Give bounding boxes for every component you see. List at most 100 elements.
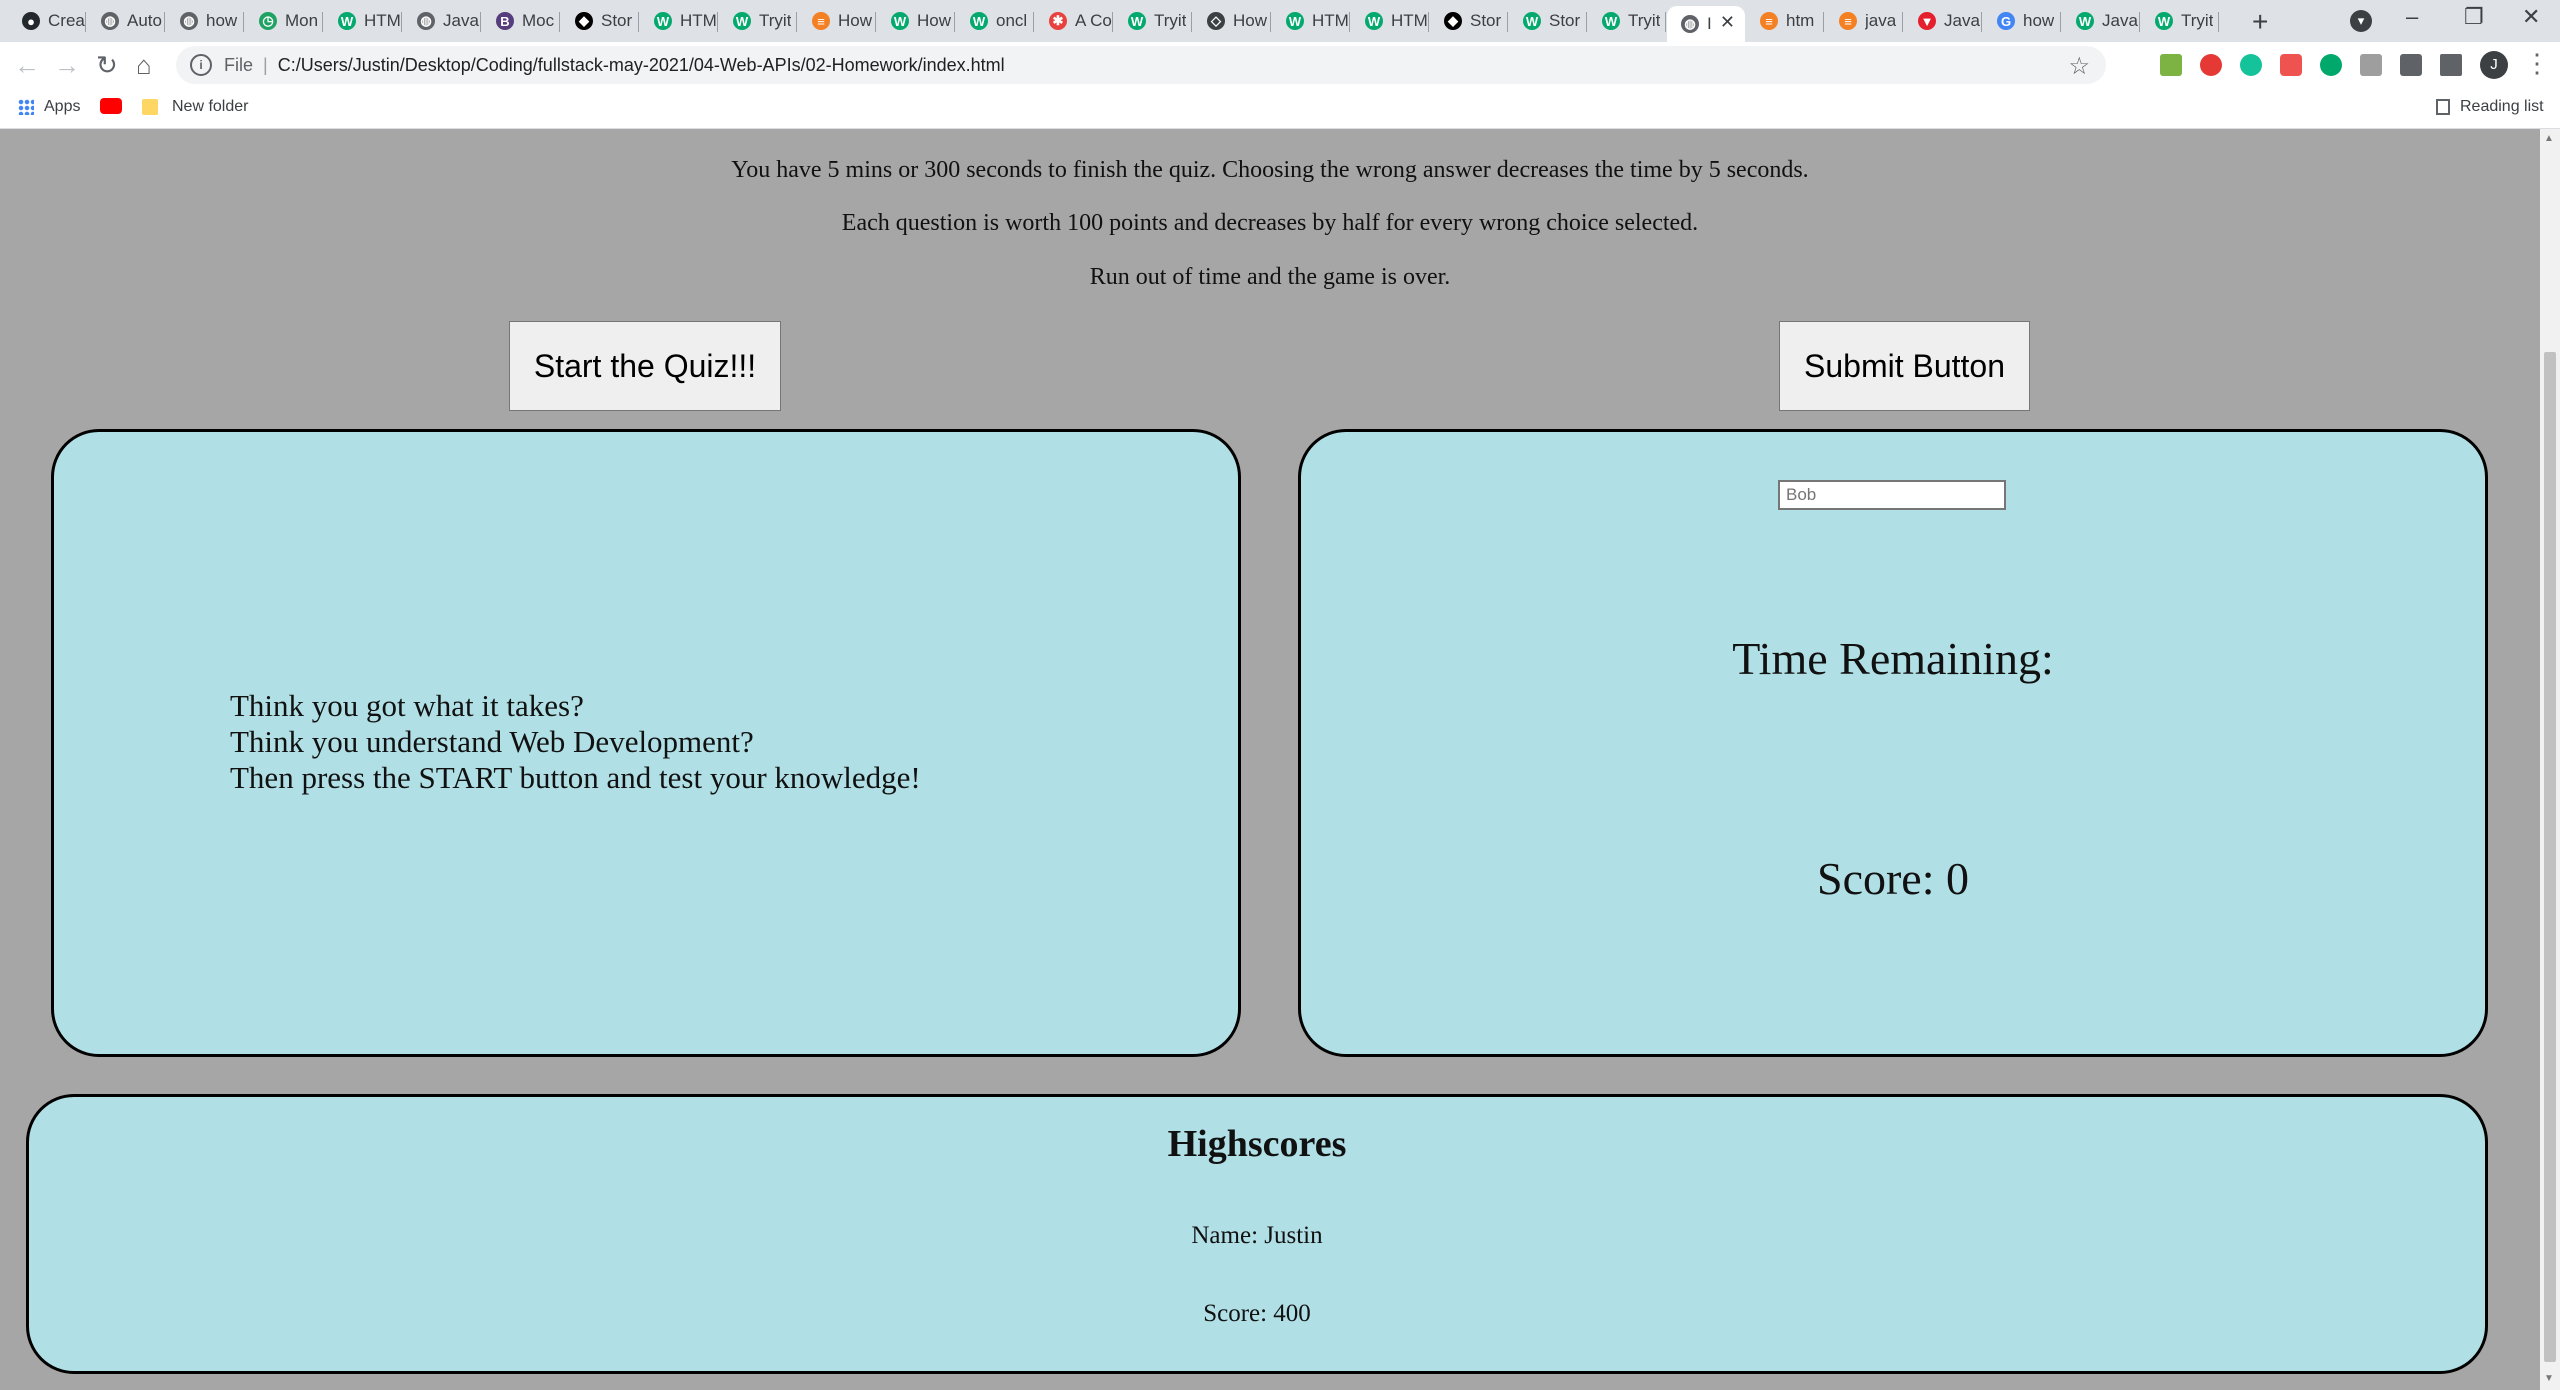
page-scrollbar[interactable]: ▲ ▼ — [2540, 129, 2560, 1390]
folder-icon — [142, 99, 158, 115]
browser-tab[interactable]: W HTM — [324, 6, 402, 36]
bookmark-label: Apps — [44, 98, 81, 115]
codepen-icon: ◆ — [1444, 12, 1462, 30]
w3schools-icon: W — [2155, 12, 2173, 30]
globe-icon: ◍ — [101, 12, 119, 30]
tab-separator — [2060, 12, 2061, 32]
browser-tab[interactable]: W HTM — [640, 6, 718, 36]
extension-icon[interactable] — [2360, 54, 2382, 76]
vue-icon: ▼ — [1918, 12, 1936, 30]
browser-toolbar: ← → ↻ ⌂ i File | C:/Users/Justin/Desktop… — [0, 42, 2560, 88]
tab-label: Stor — [1549, 11, 1581, 30]
back-icon[interactable]: ← — [14, 50, 40, 81]
bookmark-new-folder[interactable]: New folder — [142, 98, 248, 116]
browser-tab[interactable]: Ghow — [1983, 6, 2061, 36]
name-input[interactable] — [1778, 480, 2006, 510]
reload-icon[interactable]: ↻ — [96, 50, 118, 81]
browser-tab[interactable]: B Moc — [482, 6, 560, 36]
browser-tab[interactable]: W HTM — [1272, 6, 1350, 36]
browser-tab[interactable]: ◆ Stor — [1430, 6, 1508, 36]
home-icon[interactable]: ⌂ — [136, 50, 152, 81]
bookmark-apps[interactable]: Apps — [18, 98, 80, 116]
browser-tab[interactable]: W Tryit — [2141, 6, 2219, 36]
stackoverflow-icon: ≡ — [1760, 12, 1778, 30]
close-tab-icon[interactable]: ✕ — [1720, 12, 1735, 33]
address-bar[interactable]: i File | C:/Users/Justin/Desktop/Coding/… — [176, 46, 2106, 84]
extension-icon[interactable] — [2200, 54, 2222, 76]
browser-tab[interactable]: ◍ Auto — [87, 6, 165, 36]
tab-separator — [2139, 12, 2140, 32]
browser-tab[interactable]: Woncl — [956, 6, 1034, 36]
restore-icon[interactable]: ❐ — [2464, 4, 2484, 30]
browser-tab[interactable]: ◍ Java — [403, 6, 481, 36]
browser-tab[interactable]: W HTM — [1351, 6, 1429, 36]
close-window-icon[interactable]: ✕ — [2522, 4, 2540, 30]
browser-tab[interactable]: W Tryit — [1588, 6, 1666, 36]
scroll-thumb[interactable] — [2544, 352, 2556, 1362]
tab-separator — [1033, 12, 1034, 32]
browser-tab[interactable]: ◍ how — [166, 6, 244, 36]
browser-tab[interactable]: ≡ java — [1825, 6, 1903, 36]
intro-line-3: Run out of time and the game is over. — [1089, 264, 1451, 290]
w3schools-icon: W — [891, 12, 909, 30]
browser-tab[interactable]: ✱ A Co — [1035, 6, 1113, 36]
tab-separator — [559, 12, 560, 32]
tab-separator — [401, 12, 402, 32]
youtube-icon — [100, 98, 122, 114]
tab-separator — [85, 12, 86, 32]
forward-icon[interactable]: → — [54, 50, 80, 81]
w3schools-icon: W — [733, 12, 751, 30]
extension-icon[interactable] — [2160, 54, 2182, 76]
extension-icon[interactable] — [2320, 54, 2342, 76]
bookmark-label: New folder — [172, 98, 249, 115]
globe-icon: ◍ — [1681, 15, 1699, 33]
browser-tab[interactable]: ◍ I ✕ — [1667, 6, 1745, 42]
tab-separator — [717, 12, 718, 32]
bookmark-youtube[interactable] — [100, 98, 122, 114]
quiz-intro-line: Think you got what it takes? — [230, 688, 584, 723]
highscore-score: Score: 400 — [1203, 1300, 1311, 1327]
w3schools-icon: W — [2076, 12, 2094, 30]
extension-icon[interactable] — [2280, 54, 2302, 76]
current-score: Score: 0 — [1816, 853, 1969, 904]
tab-label: A Co — [1075, 11, 1112, 30]
puzzle-icon[interactable] — [2400, 54, 2422, 76]
tab-separator — [1270, 12, 1271, 32]
menu-icon[interactable]: ⋮ — [2524, 48, 2550, 79]
bookmarks-bar: Apps New folder Reading list — [0, 88, 2560, 129]
scroll-down-icon[interactable]: ▼ — [2544, 1373, 2554, 1384]
tab-label: Tryit — [759, 11, 792, 30]
browser-tab[interactable]: W Tryit — [719, 6, 797, 36]
new-tab-button[interactable]: + — [2252, 6, 2268, 38]
tab-separator — [1428, 12, 1429, 32]
browser-tab[interactable]: ● Crea — [8, 6, 86, 36]
minimize-icon[interactable]: – — [2406, 4, 2418, 30]
globe-icon: ◍ — [180, 12, 198, 30]
bookmark-star-icon[interactable]: ☆ — [2068, 52, 2090, 81]
browser-tab[interactable]: ≡ How — [798, 6, 876, 36]
google-icon: G — [1997, 12, 2015, 30]
tab-separator — [480, 12, 481, 32]
profile-avatar[interactable]: J — [2480, 51, 2508, 79]
browser-tab[interactable]: ◇ How — [1193, 6, 1271, 36]
browser-tab[interactable]: ≡ htm — [1746, 6, 1824, 36]
browser-tab[interactable]: W Stor — [1509, 6, 1587, 36]
bootstrap-icon: B — [496, 12, 514, 30]
browser-tab[interactable]: ◆ Stor — [561, 6, 639, 36]
browser-tab[interactable]: W How — [877, 6, 955, 36]
browser-tab[interactable]: W Java — [2062, 6, 2140, 36]
start-quiz-button[interactable]: Start the Quiz!!! — [509, 321, 781, 411]
submit-button[interactable]: Submit Button — [1779, 321, 2030, 411]
grammarly-icon[interactable] — [2240, 54, 2262, 76]
scroll-up-icon[interactable]: ▲ — [2544, 133, 2554, 144]
reading-list-button[interactable]: Reading list — [2436, 98, 2544, 116]
browser-tab[interactable]: W Tryit — [1114, 6, 1192, 36]
tab-separator — [638, 12, 639, 32]
browser-tab[interactable]: ▼ Java — [1904, 6, 1982, 36]
tab-separator — [1823, 12, 1824, 32]
info-icon[interactable]: i — [190, 54, 212, 76]
media-icon[interactable] — [2440, 54, 2462, 76]
browser-tab[interactable]: ◷ Mon — [245, 6, 323, 36]
url-scheme: File — [224, 54, 254, 75]
tab-search-icon[interactable]: ▾ — [2350, 10, 2372, 32]
